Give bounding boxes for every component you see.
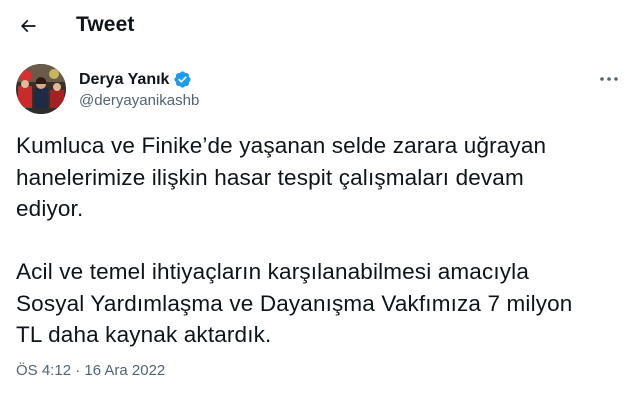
avatar-image: [16, 64, 66, 114]
tweet-line: TL daha kaynak aktardık.: [16, 322, 272, 347]
display-name[interactable]: Derya Yanık: [79, 71, 169, 89]
tweet-line: ediyor.: [16, 196, 84, 221]
tweet-author: Derya Yanık @deryayanikashb: [16, 64, 624, 116]
tweet-line: Sosyal Yardımlaşma ve Dayanışma Vakfımız…: [16, 290, 573, 316]
arrow-left-icon: [20, 19, 36, 33]
tweet-page: Tweet Derya Yanık @deryayanikashb Kumluc…: [0, 0, 640, 400]
page-title: Tweet: [76, 13, 135, 36]
tweet-timestamp[interactable]: ÖS 4:12 · 16 Ara 2022: [16, 362, 165, 379]
tweet-text: Kumluca ve Finike’de yaşanan selde zarar…: [16, 130, 624, 351]
tweet-line: hanelerimize ilişkin hasar tespit çalışm…: [16, 164, 524, 190]
tweet-line: Kumluca ve Finike’de yaşanan selde zarar…: [16, 133, 547, 158]
more-options-button[interactable]: [594, 66, 624, 92]
back-button[interactable]: [12, 10, 44, 42]
verified-badge-icon: [174, 71, 192, 88]
top-bar: Tweet: [0, 0, 640, 52]
user-handle[interactable]: @deryayanikashb: [79, 92, 199, 109]
more-horizontal-icon: [600, 77, 618, 81]
avatar[interactable]: [16, 64, 66, 114]
tweet-line: Acil ve temel ihtiyaçların karşılanabilm…: [16, 259, 529, 284]
name-row: Derya Yanık: [79, 70, 192, 89]
